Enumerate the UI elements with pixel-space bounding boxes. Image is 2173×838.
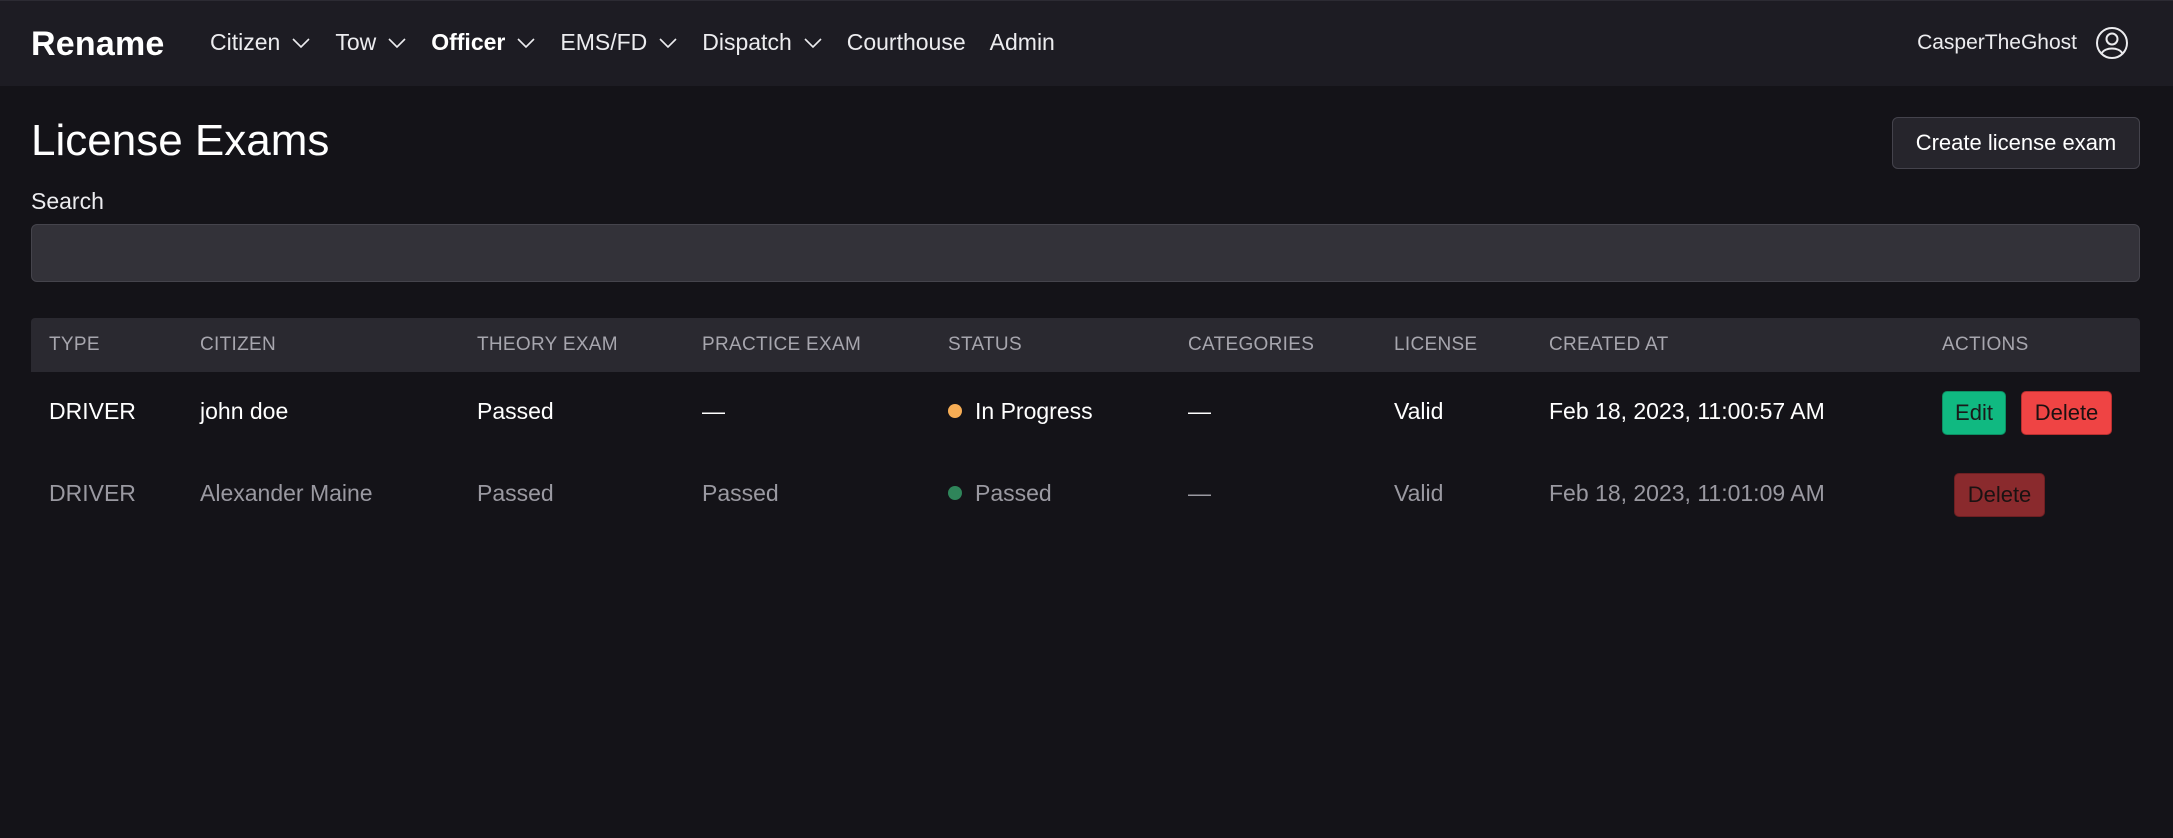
table-row: DRIVER john doe Passed — In Progress — V… <box>31 372 2140 454</box>
cell-type: DRIVER <box>49 398 136 424</box>
chevron-down-icon <box>388 37 406 48</box>
search-input[interactable] <box>31 224 2140 282</box>
status-dot-icon <box>948 485 962 500</box>
cell-status: Passed <box>948 480 1052 507</box>
column-header-actions: Actions <box>1942 334 2029 355</box>
nav-item-label: Tow <box>335 29 377 55</box>
chevron-down-icon <box>804 37 822 48</box>
column-header-theory-exam[interactable]: Theory Exam <box>477 334 618 356</box>
column-header-citizen[interactable]: Citizen <box>200 334 276 356</box>
nav-item-label: Dispatch <box>702 29 792 55</box>
cell-created-at: Feb 18, 2023, 11:01:09 AM <box>1549 480 1825 506</box>
nav-item-label: Officer <box>431 29 506 55</box>
column-header-created-at[interactable]: Created At <box>1549 334 1668 356</box>
column-header-license[interactable]: License <box>1394 334 1477 356</box>
cell-created-at: Feb 18, 2023, 11:00:57 AM <box>1549 398 1825 424</box>
table-header: Type Citizen Theory Exam Practice Exam S… <box>31 318 2140 372</box>
column-header-type[interactable]: Type <box>49 334 100 356</box>
cell-status: In Progress <box>948 398 1093 425</box>
user-menu[interactable]: CasperTheGhost <box>1917 26 2129 60</box>
chevron-down-icon <box>292 37 310 48</box>
page-title: License Exams <box>31 116 330 165</box>
cell-license: Valid <box>1394 480 1444 506</box>
user-circle-icon[interactable] <box>2095 26 2129 60</box>
top-navbar: Rename Citizen Tow Officer EMS/FD Dispat… <box>0 0 2173 86</box>
cell-practice-exam: — <box>702 398 725 424</box>
delete-button[interactable]: Delete <box>2021 391 2112 435</box>
nav-item-tow[interactable]: Tow <box>335 29 407 56</box>
delete-button[interactable]: Delete <box>1954 473 2045 517</box>
table-row: DRIVER Alexander Maine Passed Passed Pas… <box>31 454 2140 536</box>
cell-theory-exam: Passed <box>477 398 554 424</box>
nav-item-label: Admin <box>989 29 1055 55</box>
chevron-down-icon <box>517 37 535 48</box>
status-label: In Progress <box>975 398 1093 424</box>
nav-item-label: Citizen <box>210 29 281 55</box>
cell-citizen: john doe <box>200 398 289 424</box>
column-header-practice-exam[interactable]: Practice Exam <box>702 334 861 356</box>
cell-categories: — <box>1188 398 1211 424</box>
cell-theory-exam: Passed <box>477 480 554 506</box>
username: CasperTheGhost <box>1917 31 2077 54</box>
column-header-status[interactable]: Status <box>948 334 1022 356</box>
nav-item-courthouse[interactable]: Courthouse <box>847 29 966 56</box>
status-label: Passed <box>975 480 1052 506</box>
license-exams-table: Type Citizen Theory Exam Practice Exam S… <box>31 318 2140 536</box>
nav-item-label: Courthouse <box>846 29 966 55</box>
nav-item-label: EMS/FD <box>560 29 648 55</box>
nav-menu: Citizen Tow Officer EMS/FD Dispatch Cour… <box>210 29 1079 56</box>
nav-item-citizen[interactable]: Citizen <box>210 29 311 56</box>
nav-item-officer[interactable]: Officer <box>431 29 536 56</box>
chevron-down-icon <box>659 37 677 48</box>
cell-practice-exam: Passed <box>702 480 779 506</box>
nav-item-dispatch[interactable]: Dispatch <box>702 29 822 56</box>
brand-logo[interactable]: Rename <box>31 25 164 64</box>
cell-citizen: Alexander Maine <box>200 480 373 506</box>
status-dot-icon <box>948 403 962 418</box>
search-label: Search <box>31 188 104 214</box>
edit-button[interactable]: Edit <box>1942 391 2006 435</box>
cell-license: Valid <box>1394 398 1444 424</box>
cell-categories: — <box>1188 480 1211 506</box>
create-license-exam-button[interactable]: Create license exam <box>1892 117 2140 169</box>
nav-item-admin[interactable]: Admin <box>990 29 1055 56</box>
column-header-categories[interactable]: Categories <box>1188 334 1314 356</box>
nav-item-ems-fd[interactable]: EMS/FD <box>560 29 678 56</box>
cell-type: DRIVER <box>49 480 136 506</box>
